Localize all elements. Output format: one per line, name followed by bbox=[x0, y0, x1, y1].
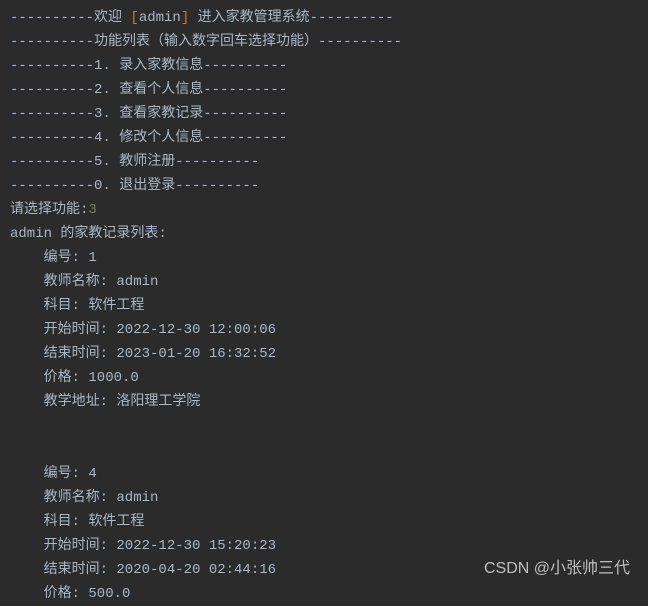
username: admin bbox=[139, 10, 181, 26]
price-label: 价格: bbox=[44, 586, 89, 602]
record-id: 编号: 4 bbox=[10, 462, 638, 486]
id-label: 编号: bbox=[44, 466, 89, 482]
price-label: 价格: bbox=[44, 370, 89, 386]
end-label: 结束时间: bbox=[44, 346, 117, 362]
subject-label: 科目: bbox=[44, 298, 89, 314]
record-end: 结束时间: 2023-01-20 16:32:52 bbox=[10, 342, 638, 366]
bracket-close: ] bbox=[181, 10, 189, 26]
welcome-line: ----------欢迎 [admin] 进入家教管理系统---------- bbox=[10, 6, 638, 30]
record-address: 教学地址: 洛阳理工学院 bbox=[10, 390, 638, 414]
end-value: 2020-04-20 02:44:16 bbox=[116, 562, 276, 578]
teacher-label: 教师名称: bbox=[44, 490, 117, 506]
id-label: 编号: bbox=[44, 250, 89, 266]
record-subject: 科目: 软件工程 bbox=[10, 510, 638, 534]
menu-item-5: ----------5. 教师注册---------- bbox=[10, 150, 638, 174]
start-value: 2022-12-30 15:20:23 bbox=[116, 538, 276, 554]
teacher-label: 教师名称: bbox=[44, 274, 117, 290]
start-label: 开始时间: bbox=[44, 322, 117, 338]
blank-line bbox=[10, 438, 638, 462]
teacher-value: admin bbox=[116, 490, 158, 506]
subject-value: 软件工程 bbox=[88, 298, 144, 314]
prompt-label: 请选择功能: bbox=[10, 202, 88, 218]
prompt-line[interactable]: 请选择功能:3 bbox=[10, 198, 638, 222]
blank-line bbox=[10, 414, 638, 438]
menu-title: ----------功能列表（输入数字回车选择功能）---------- bbox=[10, 30, 638, 54]
address-value: 洛阳理工学院 bbox=[116, 394, 200, 410]
subject-label: 科目: bbox=[44, 514, 89, 530]
menu-item-2: ----------2. 查看个人信息---------- bbox=[10, 78, 638, 102]
record-start: 开始时间: 2022-12-30 12:00:06 bbox=[10, 318, 638, 342]
id-value: 1 bbox=[88, 250, 96, 266]
record-price: 价格: 500.0 bbox=[10, 582, 638, 606]
id-value: 4 bbox=[88, 466, 96, 482]
menu-item-0: ----------0. 退出登录---------- bbox=[10, 174, 638, 198]
record-teacher: 教师名称: admin bbox=[10, 486, 638, 510]
welcome-suffix: 进入家教管理系统---------- bbox=[189, 10, 393, 26]
subject-value: 软件工程 bbox=[88, 514, 144, 530]
menu-item-1: ----------1. 录入家教信息---------- bbox=[10, 54, 638, 78]
record-subject: 科目: 软件工程 bbox=[10, 294, 638, 318]
result-header: admin 的家教记录列表: bbox=[10, 222, 638, 246]
price-value: 500.0 bbox=[88, 586, 130, 602]
record-end: 结束时间: 2020-04-20 02:44:16 bbox=[10, 558, 638, 582]
start-label: 开始时间: bbox=[44, 538, 117, 554]
price-value: 1000.0 bbox=[88, 370, 138, 386]
welcome-prefix: ----------欢迎 bbox=[10, 10, 130, 26]
end-value: 2023-01-20 16:32:52 bbox=[116, 346, 276, 362]
record-start: 开始时间: 2022-12-30 15:20:23 bbox=[10, 534, 638, 558]
address-label: 教学地址: bbox=[44, 394, 117, 410]
prompt-input[interactable]: 3 bbox=[88, 202, 96, 218]
menu-item-4: ----------4. 修改个人信息---------- bbox=[10, 126, 638, 150]
record-teacher: 教师名称: admin bbox=[10, 270, 638, 294]
record-id: 编号: 1 bbox=[10, 246, 638, 270]
teacher-value: admin bbox=[116, 274, 158, 290]
end-label: 结束时间: bbox=[44, 562, 117, 578]
record-price: 价格: 1000.0 bbox=[10, 366, 638, 390]
menu-item-3: ----------3. 查看家教记录---------- bbox=[10, 102, 638, 126]
bracket-open: [ bbox=[130, 10, 138, 26]
start-value: 2022-12-30 12:00:06 bbox=[116, 322, 276, 338]
